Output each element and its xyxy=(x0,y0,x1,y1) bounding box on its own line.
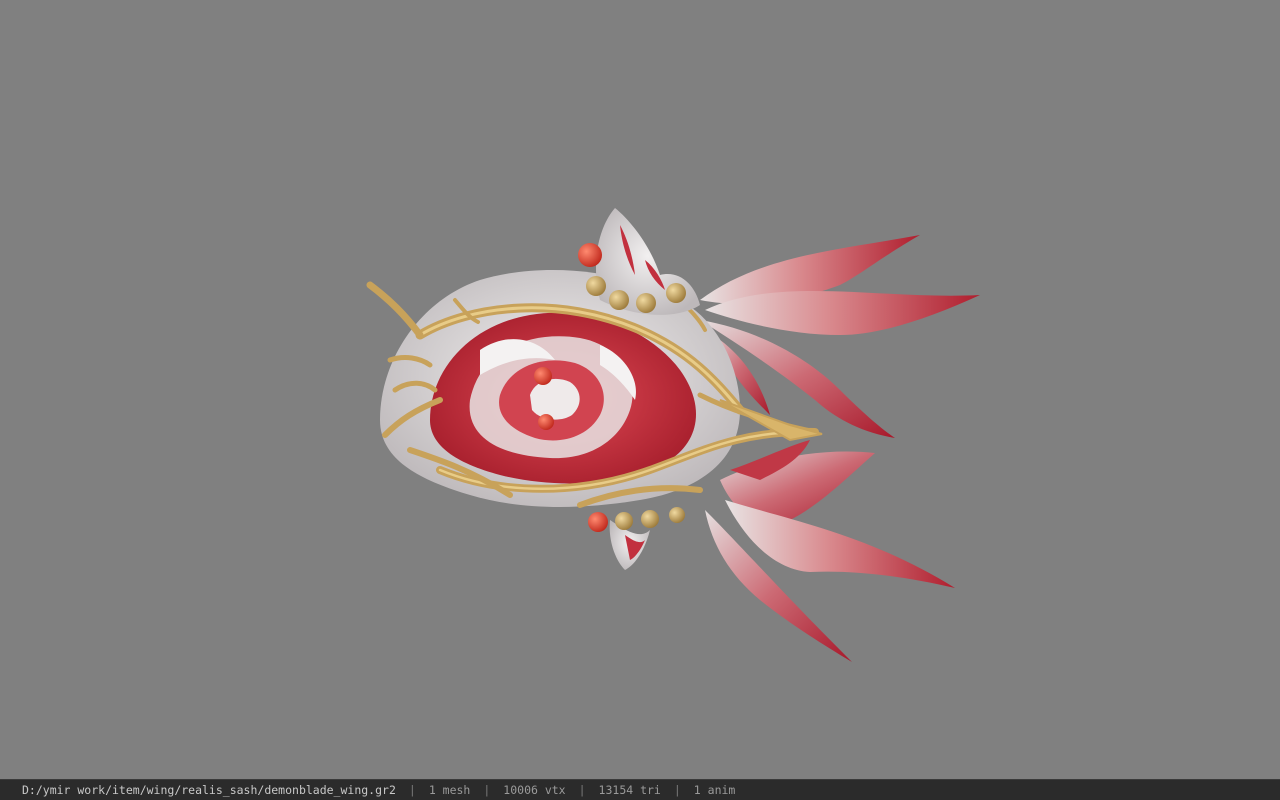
model-preview-icon[interactable] xyxy=(0,0,1280,779)
status-separator: | xyxy=(673,783,681,797)
3d-viewport[interactable] xyxy=(0,0,1280,779)
status-bar: D:/ymir work/item/wing/realis_sash/demon… xyxy=(0,779,1280,800)
bead-strand-bottom xyxy=(588,507,685,532)
status-separator: | xyxy=(483,783,491,797)
vertex-count-label: 10006 vtx xyxy=(503,783,566,797)
status-separator: | xyxy=(408,783,416,797)
tails xyxy=(700,235,980,662)
file-path-label: D:/ymir work/item/wing/realis_sash/demon… xyxy=(22,783,396,797)
triangle-count-label: 13154 tri xyxy=(598,783,661,797)
status-separator: | xyxy=(578,783,586,797)
mesh-count-label: 1 mesh xyxy=(428,783,471,797)
anim-count-label: 1 anim xyxy=(693,783,736,797)
